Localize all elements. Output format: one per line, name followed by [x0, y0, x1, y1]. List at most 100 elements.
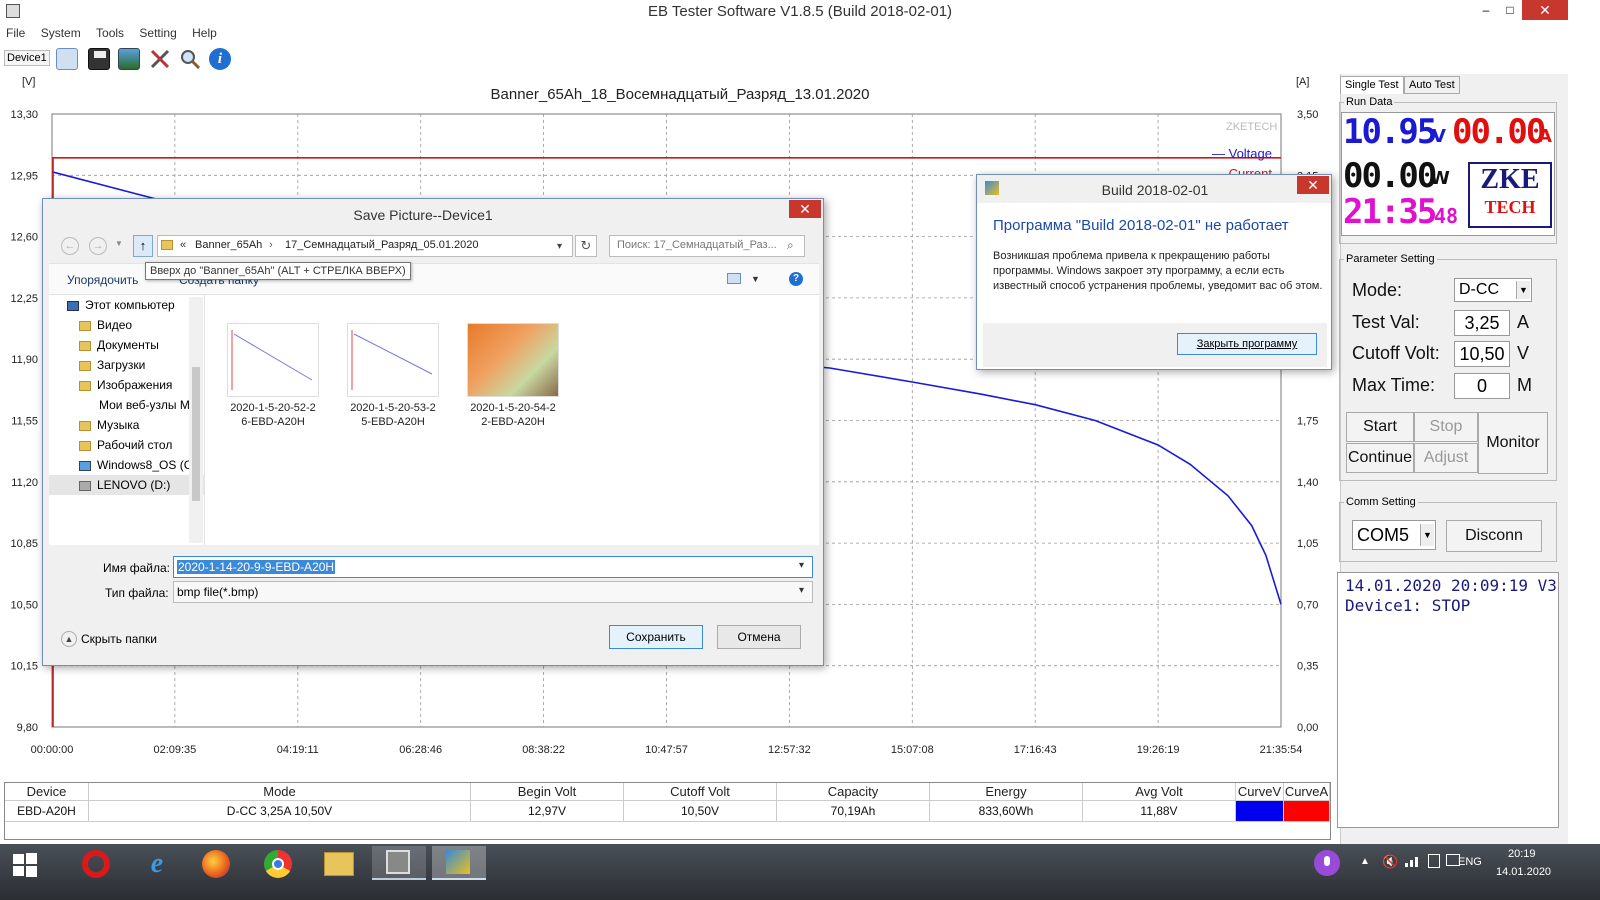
close-program-button[interactable]: Закрыть программу — [1177, 333, 1317, 355]
tree-item-music[interactable]: Музыка — [49, 415, 204, 435]
up-folder-arrow-icon[interactable]: ↑ — [133, 235, 153, 257]
forward-arrow-icon[interactable]: → — [89, 237, 107, 255]
tab-single-test[interactable]: Single Test — [1340, 76, 1404, 94]
tray-expand-chevron-icon[interactable]: ▲ — [1360, 856, 1370, 867]
menu-tools[interactable]: Tools — [90, 24, 130, 42]
taskbar-clock-time[interactable]: 20:19 — [1508, 848, 1536, 860]
file-explorer-icon[interactable] — [324, 852, 354, 876]
tools-icon[interactable] — [149, 48, 171, 70]
table-cell-mode[interactable]: D-CC 3,25A 10,50V — [89, 801, 471, 821]
tree-item-video[interactable]: Видео — [49, 315, 204, 335]
save-dialog-close-button[interactable]: ✕ — [789, 200, 821, 218]
curve-a-color-swatch[interactable] — [1284, 801, 1330, 821]
table-cell-energy[interactable]: 833,60Wh — [930, 801, 1083, 821]
filename-dropdown-chevron-icon[interactable]: ▾ — [799, 560, 804, 571]
log-line-2: Device1: STOP — [1345, 596, 1471, 615]
col-header-device: Device — [5, 783, 89, 801]
save-picture-dialog: Save Picture--Device1 ✕ ← → ▼ ↑ « Banner… — [42, 198, 824, 666]
language-indicator[interactable]: ENG — [1458, 856, 1482, 868]
max-time-input[interactable]: 0 — [1454, 373, 1510, 399]
windows-start-icon[interactable] — [12, 852, 38, 878]
table-cell-begin-volt[interactable]: 12,97V — [471, 801, 624, 821]
continue-button[interactable]: Continue — [1346, 443, 1414, 473]
tab-auto-test[interactable]: Auto Test — [1404, 76, 1460, 94]
breadcrumb-item-banner[interactable]: Banner_65Ah — [195, 239, 262, 251]
monitor-button[interactable]: Monitor — [1478, 412, 1548, 474]
com-dropdown-arrow-icon[interactable]: ▼ — [1420, 524, 1434, 546]
organize-menu[interactable]: Упорядочить — [67, 273, 138, 287]
hide-folders-chevron-icon[interactable]: ▲ — [61, 631, 77, 647]
table-cell-capacity[interactable]: 70,19Ah — [777, 801, 930, 821]
path-dropdown-chevron-icon[interactable]: ▾ — [557, 241, 562, 252]
volume-muted-icon[interactable]: 🔇 — [1382, 854, 1398, 870]
error-dialog-close-button[interactable]: ✕ — [1297, 176, 1329, 194]
start-button[interactable]: Start — [1346, 412, 1414, 442]
file-item-1[interactable]: 2020-1-5-20-52-2 6-EBD-A20H — [213, 323, 333, 429]
cancel-button[interactable]: Отмена — [717, 625, 801, 649]
mode-dropdown-arrow-icon[interactable]: ▼ — [1516, 281, 1530, 299]
file-item-2[interactable]: 2020-1-5-20-53-2 5-EBD-A20H — [333, 323, 453, 429]
tree-item-drive-d[interactable]: LENOVO (D:) — [49, 475, 204, 495]
file-item-3[interactable]: 2020-1-5-20-54-2 2-EBD-A20H — [453, 323, 573, 429]
minimize-button[interactable]: – — [1472, 0, 1500, 20]
menu-system[interactable]: System — [35, 24, 87, 42]
microphone-icon[interactable] — [1314, 850, 1340, 876]
menu-file[interactable]: File — [0, 24, 31, 42]
table-cell-avg-volt[interactable]: 11,88V — [1083, 801, 1236, 821]
tree-item-downloads[interactable]: Загрузки — [49, 355, 204, 375]
table-cell-device[interactable]: EBD-A20H — [5, 801, 89, 821]
info-icon[interactable]: i — [209, 48, 231, 70]
test-val-input[interactable]: 3,25 — [1454, 310, 1510, 336]
tree-item-pictures[interactable]: Изображения — [49, 375, 204, 395]
back-arrow-icon[interactable]: ← — [61, 237, 79, 255]
battery-icon[interactable] — [1428, 854, 1440, 868]
taskbar-clock-date[interactable]: 14.01.2020 — [1496, 866, 1551, 878]
cutoff-volt-input[interactable]: 10,50 — [1454, 341, 1510, 367]
tree-item-desktop[interactable]: Рабочий стол — [49, 435, 204, 455]
device-selector[interactable]: Device1 — [4, 50, 50, 66]
tree-item-drive-c[interactable]: Windows8_OS (C — [49, 455, 204, 475]
menu-setting[interactable]: Setting — [133, 24, 182, 42]
filetype-dropdown-chevron-icon[interactable]: ▾ — [799, 585, 804, 596]
save-button[interactable]: Сохранить — [609, 625, 703, 649]
table-cell-cutoff-volt[interactable]: 10,50V — [624, 801, 777, 821]
tree-scrollbar[interactable] — [189, 297, 203, 543]
save-disk-icon[interactable] — [88, 48, 110, 70]
taskbar-app-error-reporting[interactable] — [432, 846, 486, 880]
breadcrumb-item-folder[interactable]: 17_Семнадцатый_Разряд_05.01.2020 — [285, 239, 479, 251]
tree-item-documents[interactable]: Документы — [49, 335, 204, 355]
col-header-energy: Energy — [930, 783, 1083, 801]
window-close-button[interactable]: ✕ — [1522, 0, 1568, 20]
help-icon[interactable]: ? — [789, 272, 803, 286]
firefox-browser-icon[interactable] — [202, 850, 230, 878]
adjust-button[interactable]: Adjust — [1414, 443, 1478, 473]
breadcrumb-folder-icon — [161, 240, 173, 250]
chrome-browser-icon[interactable] — [264, 850, 292, 878]
network-signal-icon[interactable] — [1404, 852, 1422, 868]
y-right-tick-label: 1,40 — [1297, 477, 1318, 489]
internet-explorer-icon[interactable]: e — [142, 850, 172, 878]
tree-item-web-nodes[interactable]: Мои веб-узлы М — [49, 395, 204, 415]
image-icon[interactable] — [118, 48, 140, 70]
view-dropdown-chevron-icon[interactable]: ▼ — [751, 274, 760, 284]
magnifier-icon[interactable] — [179, 48, 201, 70]
curve-v-color-swatch[interactable] — [1236, 801, 1284, 821]
disconnect-button[interactable]: Disconn — [1446, 520, 1542, 552]
refresh-icon[interactable]: ↻ — [575, 235, 597, 257]
view-options-icon[interactable] — [727, 273, 741, 284]
taskbar-app-eb-tester[interactable] — [372, 846, 426, 880]
tree-item-this-pc[interactable]: Этот компьютер — [49, 295, 204, 315]
chart-watermark: ZKETECH — [1226, 121, 1278, 133]
tree-scrollbar-thumb[interactable] — [192, 367, 200, 501]
open-folder-icon[interactable] — [56, 48, 78, 70]
logo-zke-text: ZKE — [1480, 164, 1540, 195]
filetype-select[interactable] — [173, 581, 813, 603]
breadcrumb-overflow[interactable]: « — [180, 239, 186, 251]
hide-folders-link[interactable]: Скрыть папки — [81, 632, 157, 646]
search-icon[interactable]: ⌕ — [787, 238, 794, 253]
menu-help[interactable]: Help — [186, 24, 223, 42]
recent-locations-chevron-icon[interactable]: ▼ — [115, 239, 123, 248]
opera-browser-icon[interactable] — [82, 850, 110, 878]
maximize-button[interactable]: □ — [1500, 0, 1520, 20]
stop-button[interactable]: Stop — [1414, 412, 1478, 442]
